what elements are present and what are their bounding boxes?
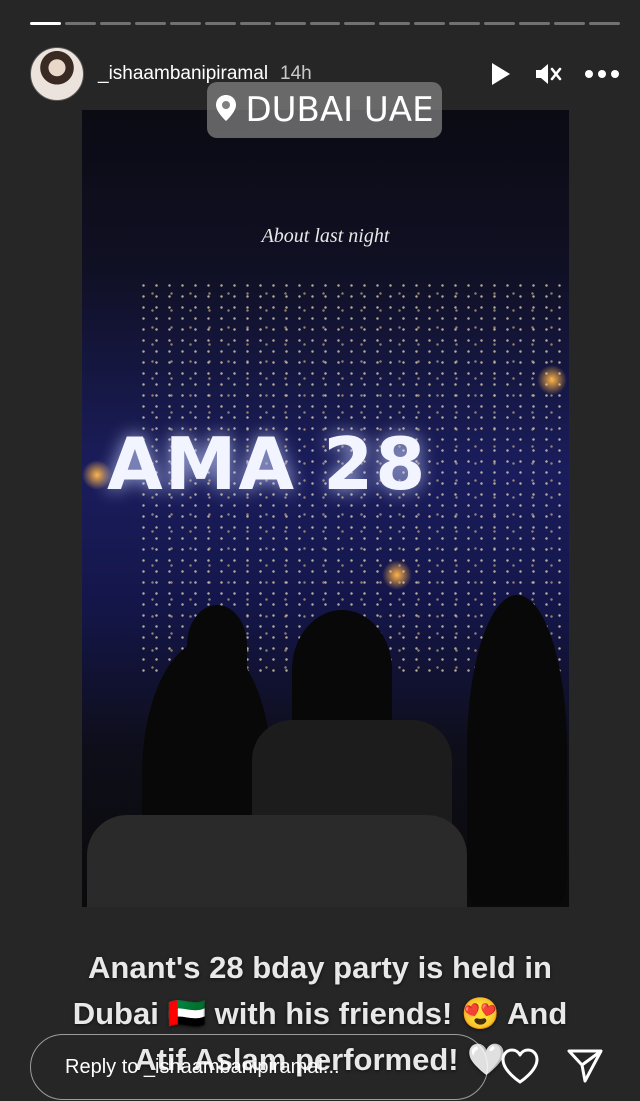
location-sticker[interactable]: DUBAI UAE <box>207 82 442 138</box>
audience-silhouette <box>467 595 567 905</box>
progress-segment <box>134 22 166 25</box>
progress-segment <box>414 22 446 25</box>
chair <box>87 815 467 907</box>
photo-caption: About last night <box>261 225 390 247</box>
reply-placeholder: Reply to _ishaambanipiramal... <box>65 1055 340 1078</box>
more-options-icon[interactable] <box>584 69 620 79</box>
progress-segment <box>64 22 96 25</box>
overlay-line: Dubai 🇦🇪 with his friends! 😍 And <box>72 996 568 1031</box>
progress-segment <box>484 22 516 25</box>
progress-segment <box>589 22 620 25</box>
audience-silhouette <box>292 610 392 730</box>
muted-speaker-icon[interactable] <box>534 61 562 87</box>
location-label: DUBAI UAE <box>245 90 434 130</box>
overlay-line: Anant's 28 bday party is held in <box>88 950 552 985</box>
progress-segment <box>169 22 201 25</box>
progress-segment <box>344 22 376 25</box>
heart-icon[interactable] <box>500 1047 540 1090</box>
stage-light <box>537 365 567 395</box>
send-icon[interactable] <box>566 1047 604 1090</box>
progress-segment <box>449 22 481 25</box>
stage-light <box>382 560 412 590</box>
progress-segment <box>519 22 551 25</box>
progress-segment <box>239 22 271 25</box>
progress-segment <box>554 22 585 25</box>
story-progress-bar <box>30 22 620 25</box>
play-icon[interactable] <box>488 61 512 87</box>
story-photo[interactable]: About last night AMA 28 <box>82 110 569 907</box>
progress-segment <box>204 22 236 25</box>
progress-segment <box>309 22 341 25</box>
progress-segment <box>99 22 131 25</box>
progress-segment <box>30 22 61 25</box>
reply-input[interactable]: Reply to _ishaambanipiramal... <box>30 1034 488 1100</box>
stage-screen-text: AMA 28 <box>107 422 428 506</box>
progress-segment <box>274 22 306 25</box>
avatar[interactable] <box>30 47 84 101</box>
location-pin-icon <box>215 94 237 127</box>
progress-segment <box>379 22 411 25</box>
